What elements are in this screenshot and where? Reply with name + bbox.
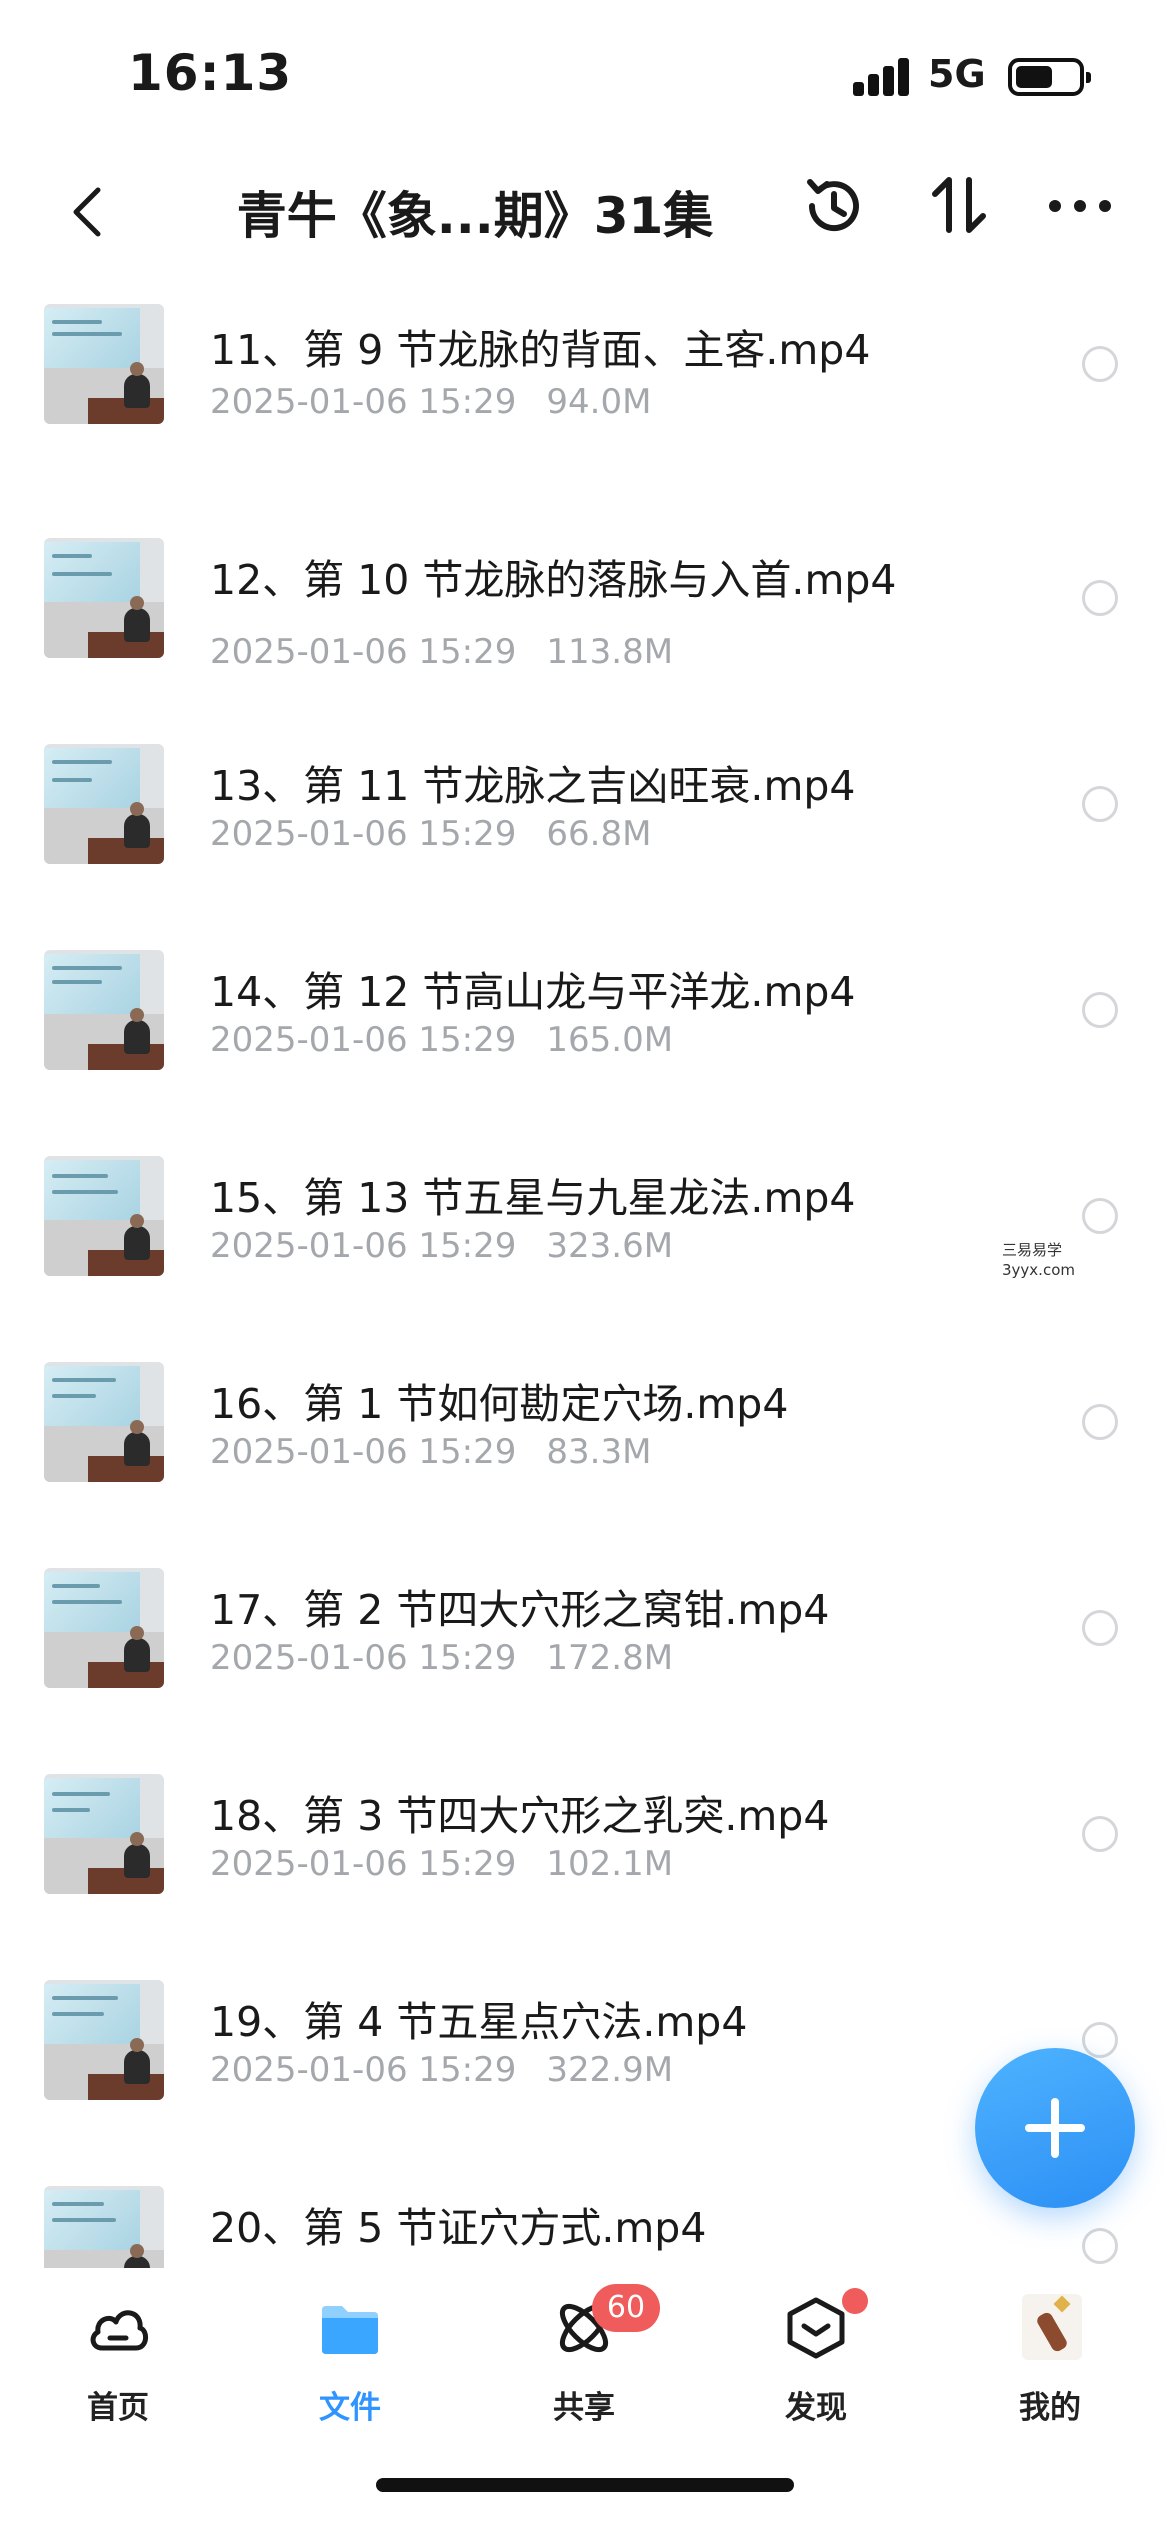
more-icon[interactable] — [1048, 198, 1112, 214]
file-meta: 2025-01-06 15:29 102.1M — [210, 1844, 673, 1884]
folder-icon — [322, 2306, 378, 2354]
tab-label: 发现 — [785, 2390, 847, 2426]
tab-label: 文件 — [319, 2390, 381, 2426]
file-date: 2025-01-06 15:29 — [210, 632, 517, 672]
video-thumbnail — [44, 744, 164, 864]
select-radio[interactable] — [1082, 786, 1118, 822]
video-thumbnail — [44, 950, 164, 1070]
file-date: 2025-01-06 15:29 — [210, 1844, 517, 1884]
file-size: 83.3M — [546, 1432, 652, 1472]
file-size: 322.9M — [546, 2050, 674, 2090]
tab-share[interactable]: 60 共享 — [484, 2284, 684, 2438]
file-row[interactable]: 17、第 2 节四大穴形之窝钳.mp4 2025-01-06 15:29 172.… — [0, 1506, 1170, 1712]
video-thumbnail — [44, 1362, 164, 1482]
file-name: 17、第 2 节四大穴形之窝钳.mp4 — [210, 1586, 830, 1634]
file-size: 94.0M — [546, 382, 652, 422]
select-radio[interactable] — [1082, 1198, 1118, 1234]
file-meta: 2025-01-06 15:29 323.6M — [210, 1226, 673, 1266]
header: 青牛《象...期》31集 — [0, 150, 1170, 270]
cloud-icon — [90, 2310, 148, 2351]
file-name: 19、第 4 节五星点穴法.mp4 — [210, 1998, 748, 2046]
tab-files[interactable]: 文件 — [250, 2288, 450, 2438]
notification-badge: 60 — [592, 2284, 660, 2332]
battery-icon — [1008, 58, 1091, 96]
file-row[interactable]: 12、第 10 节龙脉的落脉与入首.mp4 2025-01-06 15:29 11… — [0, 476, 1170, 682]
file-size: 66.8M — [546, 814, 652, 854]
file-row[interactable]: 18、第 3 节四大穴形之乳突.mp4 2025-01-06 15:29 102.… — [0, 1712, 1170, 1918]
file-meta: 2025-01-06 15:29 172.8M — [210, 1638, 673, 1678]
file-row[interactable]: 15、第 13 节五星与九星龙法.mp4 2025-01-06 15:29 323… — [0, 1094, 1170, 1300]
sort-icon[interactable] — [925, 172, 993, 240]
file-meta: 2025-01-06 15:29 165.0M — [210, 1020, 673, 1060]
file-date: 2025-01-06 15:29 — [210, 1226, 517, 1266]
file-size: 172.8M — [546, 1638, 674, 1678]
file-name: 15、第 13 节五星与九星龙法.mp4 — [210, 1174, 856, 1222]
tab-home[interactable]: 首页 — [18, 2288, 218, 2438]
network-type: 5G — [928, 52, 986, 96]
file-name: 14、第 12 节高山龙与平洋龙.mp4 — [210, 968, 856, 1016]
select-radio[interactable] — [1082, 2228, 1118, 2264]
select-radio[interactable] — [1082, 346, 1118, 382]
notification-dot — [842, 2288, 868, 2314]
file-row[interactable]: 11、第 9 节龙脉的背面、主客.mp4 2025-01-06 15:29 94.… — [0, 270, 1170, 476]
video-thumbnail — [44, 304, 164, 424]
video-thumbnail — [44, 2186, 164, 2268]
discover-box-icon — [787, 2297, 845, 2359]
select-radio[interactable] — [1082, 2022, 1118, 2058]
file-date: 2025-01-06 15:29 — [210, 2050, 517, 2090]
watermark-line2: 3yyx.com — [1002, 1261, 1075, 1279]
video-thumbnail — [44, 1980, 164, 2100]
select-radio[interactable] — [1082, 1816, 1118, 1852]
video-thumbnail — [44, 538, 164, 658]
file-size: 323.6M — [546, 1226, 674, 1266]
file-size: 102.1M — [546, 1844, 674, 1884]
file-list: 11、第 9 节龙脉的背面、主客.mp4 2025-01-06 15:29 94.… — [0, 270, 1170, 2268]
file-meta: 2025-01-06 15:29 83.3M — [210, 1432, 651, 1472]
file-name: 18、第 3 节四大穴形之乳突.mp4 — [210, 1792, 830, 1840]
video-thumbnail — [44, 1774, 164, 1894]
tab-bar: 首页 文件 60 共享 发现 我的 — [0, 2268, 1170, 2532]
file-row[interactable]: 16、第 1 节如何勘定穴场.mp4 2025-01-06 15:29 83.3M — [0, 1300, 1170, 1506]
file-meta: 2025-01-06 15:29 322.9M — [210, 2050, 673, 2090]
status-time: 16:13 — [128, 44, 293, 102]
file-date: 2025-01-06 15:29 — [210, 1432, 517, 1472]
video-thumbnail — [44, 1568, 164, 1688]
file-name: 12、第 10 节龙脉的落脉与入首.mp4 — [210, 556, 897, 604]
select-radio[interactable] — [1082, 992, 1118, 1028]
file-name: 11、第 9 节龙脉的背面、主客.mp4 — [210, 326, 871, 374]
file-name: 20、第 5 节证穴方式.mp4 — [210, 2204, 707, 2252]
file-size: 165.0M — [546, 1020, 674, 1060]
file-date: 2025-01-06 15:29 — [210, 1020, 517, 1060]
file-date: 2025-01-06 15:29 — [210, 1638, 517, 1678]
home-indicator — [376, 2478, 794, 2492]
tab-me[interactable]: 我的 — [950, 2288, 1150, 2438]
file-date: 2025-01-06 15:29 — [210, 814, 517, 854]
tab-label: 共享 — [553, 2390, 615, 2426]
select-radio[interactable] — [1082, 580, 1118, 616]
watermark-line1: 三易易学 — [1002, 1241, 1063, 1259]
select-radio[interactable] — [1082, 1404, 1118, 1440]
file-name: 16、第 1 节如何勘定穴场.mp4 — [210, 1380, 789, 1428]
video-thumbnail — [44, 1156, 164, 1276]
tab-label: 我的 — [1019, 2390, 1081, 2426]
signal-icon — [853, 58, 911, 96]
history-icon[interactable] — [800, 172, 868, 240]
select-radio[interactable] — [1082, 1610, 1118, 1646]
file-size: 113.8M — [546, 632, 674, 672]
tab-discover[interactable]: 发现 — [716, 2288, 916, 2438]
file-meta: 2025-01-06 15:29 66.8M — [210, 814, 651, 854]
file-meta: 2025-01-06 15:29 94.0M — [210, 382, 651, 422]
file-date: 2025-01-06 15:29 — [210, 382, 517, 422]
watermark: 三易易学 3yyx.com — [1002, 1240, 1082, 1280]
page-title: 青牛《象...期》31集 — [236, 187, 714, 245]
file-meta: 2025-01-06 15:29 113.8M — [210, 632, 673, 672]
status-bar: 16:13 5G — [0, 0, 1170, 150]
tab-label: 首页 — [87, 2390, 149, 2426]
add-button[interactable] — [975, 2048, 1135, 2208]
file-row[interactable]: 14、第 12 节高山龙与平洋龙.mp4 2025-01-06 15:29 165… — [0, 888, 1170, 1094]
file-row[interactable]: 13、第 11 节龙脉之吉凶旺衰.mp4 2025-01-06 15:29 66.… — [0, 682, 1170, 888]
file-name: 13、第 11 节龙脉之吉凶旺衰.mp4 — [210, 762, 856, 810]
avatar — [1022, 2294, 1082, 2360]
back-icon[interactable] — [62, 182, 112, 242]
